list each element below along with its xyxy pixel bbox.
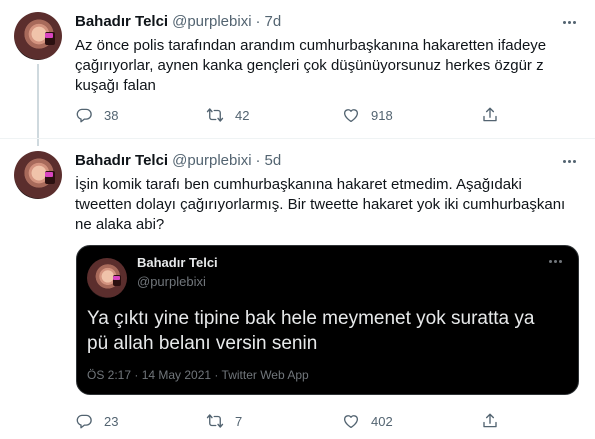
- tweet-text-line: İşin komik tarafı ben cumhurbaşkanına ha…: [75, 176, 522, 193]
- more-options-icon[interactable]: [559, 152, 579, 170]
- retweet-button[interactable]: 42: [206, 105, 249, 125]
- like-button[interactable]: 402: [342, 411, 393, 431]
- like-button[interactable]: 918: [342, 105, 393, 125]
- quoted-tweet-text: Ya çıktı yine tipine bak hele meymenet y…: [87, 306, 567, 356]
- reply-button[interactable]: 23: [75, 411, 118, 431]
- tweet-header: Bahadır Telci @purplebixi · 7d: [75, 12, 281, 32]
- quoted-avatar[interactable]: [87, 258, 127, 298]
- tweet-text-line: kuşağı falan: [75, 77, 156, 94]
- tweet-header: Bahadır Telci @purplebixi · 5d: [75, 151, 281, 171]
- heart-icon: [343, 415, 359, 429]
- share-icon: [483, 413, 497, 428]
- avatar-glow: [113, 276, 120, 280]
- reply-icon: [76, 414, 92, 429]
- author-handle[interactable]: @purplebixi: [172, 152, 251, 169]
- retweet-count: 42: [235, 107, 250, 123]
- tweet-actions: 38 42 918: [75, 105, 505, 125]
- tweet-text-line: Az önce polis tarafından arandım cumhurb…: [75, 37, 547, 54]
- share-icon: [483, 107, 497, 122]
- tweet-text-line: ne alaka abi?: [75, 216, 165, 233]
- tweet-text-line: çağırıyorlar, aynen kanka gençleri çok d…: [75, 57, 544, 74]
- share-button[interactable]: [481, 105, 499, 125]
- tweet-timestamp[interactable]: 7d: [265, 13, 282, 30]
- retweet-icon: [206, 414, 224, 428]
- quoted-author-handle[interactable]: @purplebixi: [137, 274, 206, 290]
- avatar[interactable]: [14, 151, 62, 199]
- tweet[interactable]: Bahadır Telci @purplebixi · 5d İşin komik t…: [0, 138, 595, 439]
- separator-dot: ·: [255, 152, 261, 169]
- quoted-tweet-card[interactable]: Bahadır Telci @purplebixi Ya çıktı yine …: [76, 245, 579, 395]
- retweet-count: 7: [235, 413, 243, 429]
- more-options-icon[interactable]: [559, 13, 579, 31]
- avatar-glow: [45, 172, 53, 177]
- reply-count: 23: [104, 413, 119, 429]
- reply-count: 38: [104, 107, 119, 123]
- quoted-text-line: Ya çıktı yine tipine bak hele meymenet y…: [87, 308, 535, 329]
- more-options-icon[interactable]: [549, 260, 562, 263]
- like-count: 918: [371, 107, 393, 123]
- quoted-author-name[interactable]: Bahadır Telci: [137, 255, 218, 271]
- tweet-text-line: tweetten dolayı çağırıyorlarmış. Bir twe…: [75, 196, 566, 213]
- retweet-icon: [206, 108, 224, 122]
- tweet-text: Az önce polis tarafından arandım cumhurb…: [75, 36, 580, 96]
- tweet-actions: 23 7 402: [75, 411, 505, 431]
- separator-dot: ·: [255, 13, 261, 30]
- tweet-text: İşin komik tarafı ben cumhurbaşkanına ha…: [75, 175, 580, 235]
- reply-button[interactable]: 38: [75, 105, 118, 125]
- heart-icon: [343, 109, 359, 123]
- author-handle[interactable]: @purplebixi: [172, 13, 251, 30]
- author-name[interactable]: Bahadır Telci: [75, 152, 168, 169]
- like-count: 402: [371, 413, 393, 429]
- thread-connector-line: [37, 64, 39, 146]
- avatar[interactable]: [14, 12, 62, 60]
- retweet-button[interactable]: 7: [206, 411, 242, 431]
- author-name[interactable]: Bahadır Telci: [75, 13, 168, 30]
- avatar-glow: [45, 33, 53, 38]
- quoted-text-line: pü allah belanı versin senin: [87, 333, 318, 354]
- reply-icon: [76, 108, 92, 123]
- tweet[interactable]: Bahadır Telci @purplebixi · 7d Az önce poli…: [0, 0, 595, 146]
- share-button[interactable]: [481, 411, 499, 431]
- quoted-tweet-meta[interactable]: ÖS 2:17 · 14 May 2021 · Twitter Web App: [87, 367, 309, 383]
- tweet-timestamp[interactable]: 5d: [265, 152, 282, 169]
